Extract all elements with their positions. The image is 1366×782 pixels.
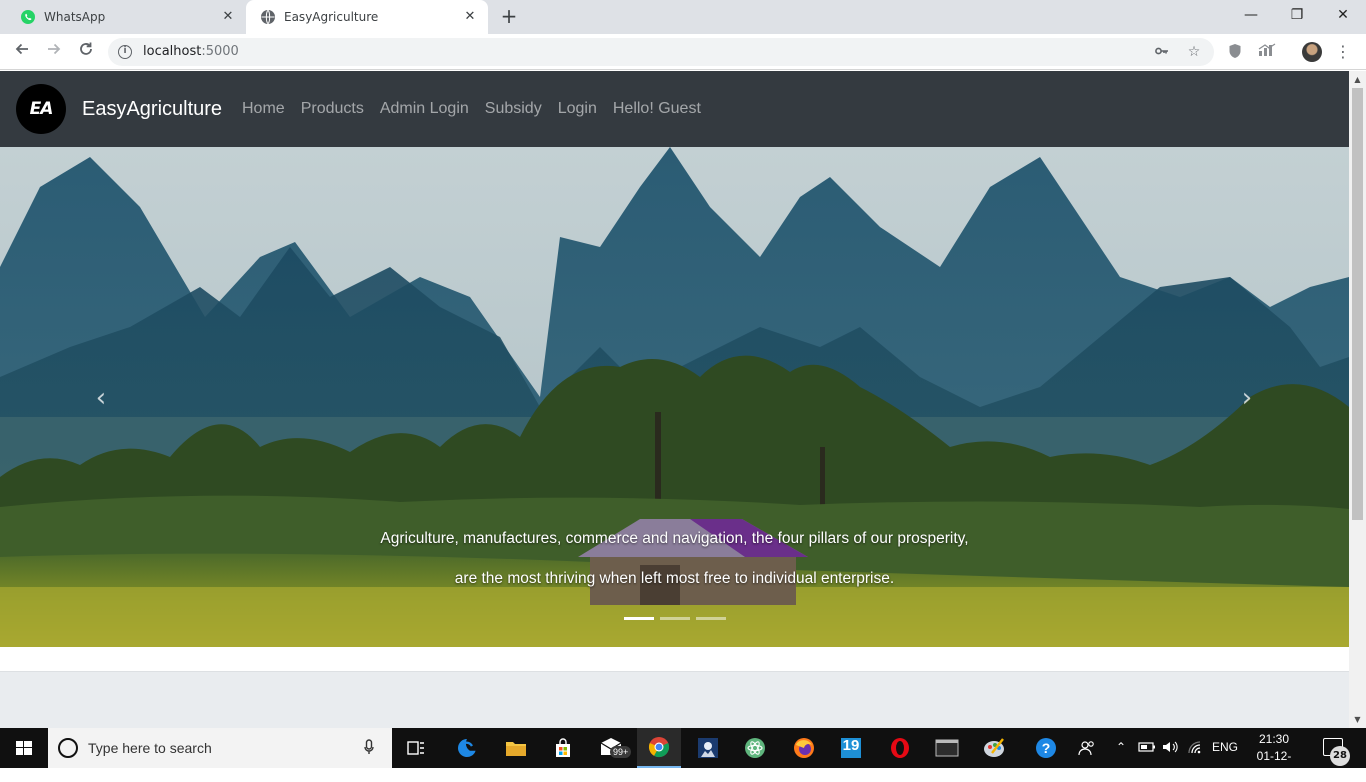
globe-icon — [260, 9, 276, 25]
photo-app-icon[interactable] — [686, 728, 730, 768]
windows-taskbar: Type here to search 99+ 19 ? ⌃ ENG 21:30… — [0, 728, 1366, 780]
windows-start-icon[interactable] — [0, 728, 48, 768]
cortana-icon — [58, 738, 78, 758]
help-icon[interactable]: ? — [1024, 728, 1068, 768]
new-tab-button[interactable]: + — [498, 5, 520, 27]
back-arrow-icon[interactable] — [10, 40, 34, 64]
show-hidden-icons-icon[interactable]: ⌃ — [1116, 740, 1126, 754]
tab-title: EasyAgriculture — [284, 10, 379, 24]
nav-home[interactable]: Home — [242, 100, 285, 118]
clock-date: 01-12-2019 — [1256, 749, 1292, 780]
people-icon[interactable] — [1078, 740, 1096, 759]
edge-browser-icon[interactable] — [445, 728, 489, 768]
language-indicator[interactable]: ENG — [1212, 740, 1238, 754]
notification-count-badge: 28 — [1330, 746, 1350, 766]
minimize-button[interactable]: — — [1228, 0, 1274, 30]
carousel-indicator[interactable] — [660, 617, 690, 620]
scrollbar-thumb[interactable] — [1352, 88, 1363, 520]
tab-whatsapp[interactable]: WhatsApp ✕ — [0, 0, 246, 34]
close-tab-icon[interactable]: ✕ — [220, 9, 236, 25]
close-window-button[interactable]: ✕ — [1320, 0, 1366, 30]
microphone-icon[interactable] — [364, 739, 374, 759]
opera-icon[interactable] — [878, 728, 922, 768]
clock-time: 21:30 — [1258, 732, 1290, 746]
wifi-icon[interactable] — [1187, 740, 1205, 757]
calendar-app-label: 19 — [842, 737, 860, 754]
mail-badge: 99+ — [610, 746, 632, 758]
reload-icon[interactable] — [74, 40, 98, 64]
content-section — [0, 671, 1349, 728]
paint-app-icon[interactable] — [973, 728, 1017, 768]
taskbar-search-box[interactable]: Type here to search — [48, 728, 392, 768]
address-bar[interactable]: i localhost:5000 ☆ — [108, 38, 1214, 66]
browser-tab-strip: WhatsApp ✕ EasyAgriculture ✕ + — ❐ ✕ — [0, 0, 1366, 34]
atom-editor-icon[interactable] — [733, 728, 777, 768]
profile-avatar[interactable] — [1302, 42, 1322, 62]
nav-products[interactable]: Products — [301, 100, 364, 118]
calendar-app-icon[interactable]: 19 — [829, 728, 873, 768]
scroll-up-icon[interactable]: ▲ — [1349, 71, 1366, 88]
tab-title: WhatsApp — [44, 10, 106, 24]
mail-icon[interactable]: 99+ — [590, 728, 634, 768]
page-scrollbar[interactable]: ▲ ▼ — [1349, 71, 1366, 728]
tab-easyagriculture[interactable]: EasyAgriculture ✕ — [246, 0, 488, 34]
restore-button[interactable]: ❐ — [1274, 0, 1320, 30]
site-navbar: EA EasyAgriculture Home Products Admin L… — [0, 71, 1349, 147]
system-clock[interactable]: 21:30 01-12-2019 — [1248, 731, 1300, 782]
browser-menu-icon[interactable]: ⋮ — [1335, 42, 1351, 62]
terminal-icon[interactable] — [925, 728, 969, 768]
microsoft-store-icon[interactable] — [541, 728, 585, 768]
browser-toolbar: i localhost:5000 ☆ — [0, 34, 1366, 70]
site-brand[interactable]: EasyAgriculture — [82, 98, 222, 121]
carousel-caption-line-2: are the most thriving when left most fre… — [454, 570, 895, 587]
task-view-icon[interactable] — [394, 728, 438, 768]
site-logo[interactable]: EA — [16, 84, 66, 134]
nav-subsidy[interactable]: Subsidy — [485, 100, 542, 118]
nav-admin-login[interactable]: Admin Login — [380, 100, 469, 118]
svg-text:?: ? — [1042, 740, 1051, 756]
key-icon[interactable] — [1153, 43, 1171, 61]
search-placeholder: Type here to search — [88, 740, 212, 756]
nav-login[interactable]: Login — [558, 100, 597, 118]
carousel-next-icon[interactable]: › — [1232, 383, 1262, 413]
close-tab-icon[interactable]: ✕ — [462, 9, 478, 25]
site-nav-links: Home Products Admin Login Subsidy Login … — [242, 100, 701, 118]
page-viewport: EA EasyAgriculture Home Products Admin L… — [0, 71, 1349, 728]
whatsapp-icon — [20, 9, 36, 25]
carousel-indicators — [624, 617, 726, 620]
shield-extension-icon[interactable] — [1226, 43, 1244, 61]
scroll-down-icon[interactable]: ▼ — [1349, 711, 1366, 728]
volume-icon[interactable] — [1162, 740, 1180, 757]
carousel-caption-line-1: Agriculture, manufactures, commerce and … — [380, 530, 969, 547]
site-info-icon[interactable]: i — [118, 45, 132, 59]
file-explorer-icon[interactable] — [494, 728, 538, 768]
nav-greeting: Hello! Guest — [612, 100, 701, 117]
url-text: localhost:5000 — [143, 44, 239, 59]
carousel-indicator[interactable] — [696, 617, 726, 620]
chrome-icon[interactable] — [637, 728, 681, 768]
carousel-indicator[interactable] — [624, 617, 654, 620]
carousel-prev-icon[interactable]: ‹ — [86, 383, 116, 413]
hero-carousel: ‹ › Agriculture, manufactures, commerce … — [0, 147, 1349, 647]
bookmark-star-icon[interactable]: ☆ — [1185, 43, 1203, 61]
forward-arrow-icon[interactable] — [42, 40, 66, 64]
firefox-icon[interactable] — [782, 728, 826, 768]
stats-extension-icon[interactable] — [1258, 43, 1276, 61]
battery-icon[interactable] — [1138, 740, 1156, 757]
